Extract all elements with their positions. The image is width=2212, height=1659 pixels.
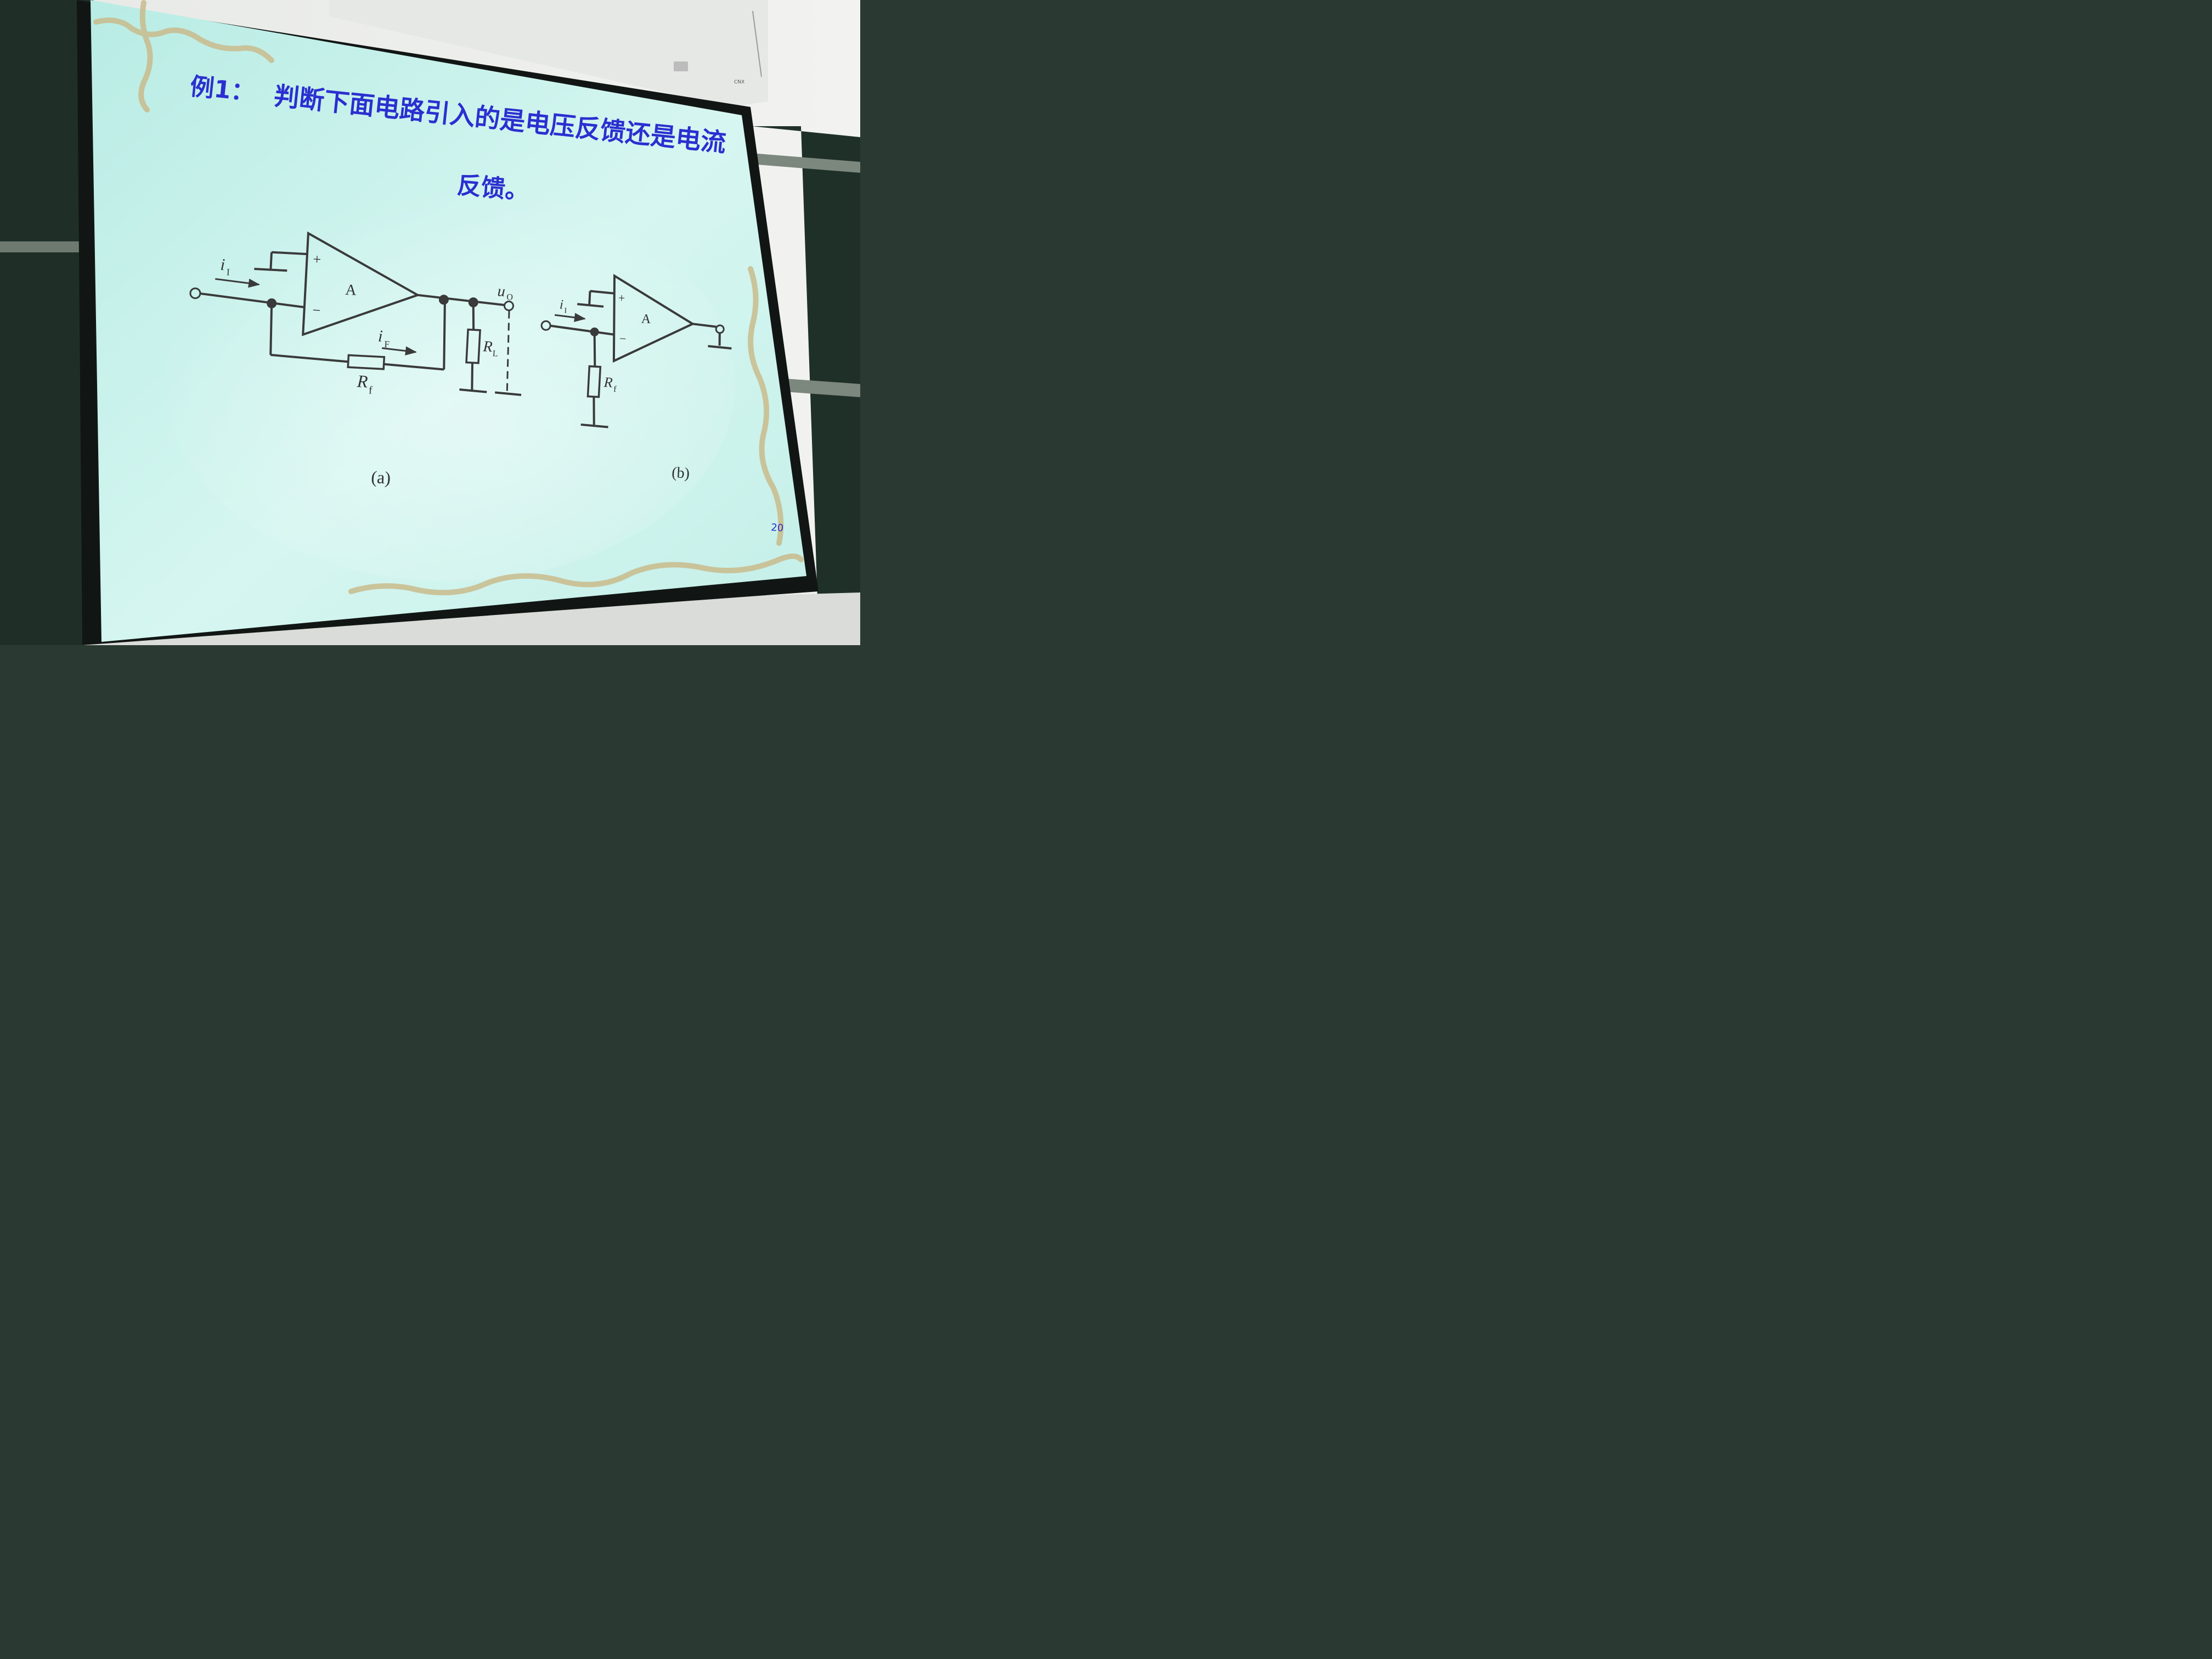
caption-a: (a)	[371, 467, 391, 488]
feedback-current-sub-a: F	[384, 339, 390, 349]
photo-scene: CNX 例1： 判断下面电路引入的是电压反馈还是电流 反馈。 + − A i I…	[0, 0, 860, 645]
plus-label-b: +	[618, 291, 625, 305]
load-resistor-sub-a: L	[492, 349, 498, 358]
chalkboard-frame-left	[0, 241, 91, 252]
amp-label-a: A	[345, 281, 358, 299]
brand-label: CNX	[734, 80, 744, 85]
plus-input-wire-a-down	[269, 252, 273, 270]
amp-label-b: A	[641, 312, 651, 326]
input-current-label-a: i	[220, 256, 225, 274]
minus-label-a: −	[312, 302, 321, 319]
load-resistor-label-a: R	[482, 338, 493, 356]
minus-label-b: −	[619, 331, 627, 346]
junction-output-a	[438, 295, 449, 305]
output-voltage-label-a: u	[497, 283, 506, 300]
plus-input-wire-b-down	[588, 291, 591, 305]
caption-b: (b)	[672, 464, 690, 482]
case-plate	[674, 61, 688, 71]
feedback-current-label-a: i	[377, 327, 383, 345]
output-wire-b-down	[718, 332, 721, 346]
resistor-label-b: R	[603, 374, 613, 391]
input-current-label-b: i	[559, 298, 563, 312]
slide-glare	[165, 187, 735, 582]
load-wire-bottom-a	[471, 363, 473, 391]
feedback-resistor-label-a: R	[356, 371, 369, 391]
page-number: 20	[771, 522, 784, 534]
plus-label-a: +	[313, 251, 321, 268]
output-voltage-sub-a: O	[506, 292, 513, 302]
